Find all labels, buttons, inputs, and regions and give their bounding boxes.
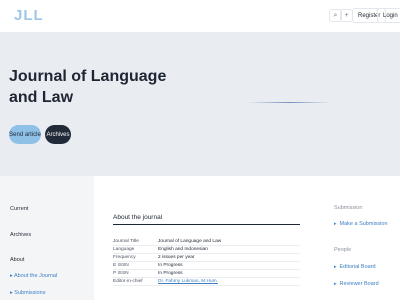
sidebar-subitem-label: About the Journal xyxy=(14,273,58,279)
top-bar: JLL ⌕ + Register Login xyxy=(0,0,400,32)
row-value: English and Indonesian xyxy=(158,247,208,252)
about-heading: About the journal xyxy=(113,214,163,221)
table-row: P ISSN In Progress xyxy=(113,270,300,278)
sidebar-subitem-label: Submissions xyxy=(14,290,46,296)
heading-divider xyxy=(113,224,300,225)
sidebar-nav: Current Archives About ▸ About the Journ… xyxy=(0,176,94,300)
sidebar-subitem-submissions[interactable]: ▸ Submissions xyxy=(10,290,45,296)
reviewer-board-label: Reviewer Board xyxy=(339,281,379,287)
reviewer-board-link[interactable]: ▸ Reviewer Board xyxy=(334,281,379,287)
chevron-right-icon: ▸ xyxy=(10,273,13,279)
table-row: Journal Title Journal of Language and La… xyxy=(113,238,300,246)
row-label: Frequency xyxy=(113,255,136,260)
chevron-right-icon: ▸ xyxy=(334,264,337,270)
row-label: Editor-in-chief xyxy=(113,279,143,284)
editor-in-chief-link[interactable]: Dr. Fahmy Lukman, M.Hum. xyxy=(158,279,218,284)
table-row: Language English and Indonesian xyxy=(113,246,300,254)
make-submission-link[interactable]: ▸ Make a Submission xyxy=(334,221,388,227)
row-label: Journal Title xyxy=(113,239,139,244)
people-heading: People xyxy=(334,247,352,253)
row-label: P ISSN xyxy=(113,271,129,276)
login-button[interactable]: Login xyxy=(377,8,400,23)
journal-logo[interactable]: JLL xyxy=(14,7,44,24)
archives-button[interactable]: Archives xyxy=(45,125,71,144)
editorial-board-link[interactable]: ▸ Editorial Board xyxy=(334,264,376,270)
row-value: Journal of Language and Law xyxy=(158,239,222,244)
chevron-right-icon: ▸ xyxy=(334,281,337,287)
sidebar-item-about[interactable]: About xyxy=(10,257,24,263)
submission-heading: Submission xyxy=(334,205,363,211)
row-value: In Progress xyxy=(158,271,183,276)
row-value: In Progress xyxy=(158,263,183,268)
table-row: Editor-in-chief Dr. Fahmy Lukman, M.Hum. xyxy=(113,278,300,286)
hero-section: Journal of Language and Law Send article… xyxy=(0,32,400,176)
row-label: Language xyxy=(113,247,135,252)
decorative-line xyxy=(248,102,330,103)
row-value: 2 issues per year xyxy=(158,255,195,260)
sidebar-item-current[interactable]: Current xyxy=(10,206,28,212)
editorial-board-label: Editorial Board xyxy=(339,264,376,270)
chevron-right-icon: ▸ xyxy=(10,290,13,296)
chevron-right-icon: ▸ xyxy=(334,221,337,227)
row-label: E ISSN xyxy=(113,263,129,268)
make-submission-label: Make a Submission xyxy=(339,221,388,227)
sidebar-subitem-about-journal[interactable]: ▸ About the Journal xyxy=(10,273,57,279)
send-article-button[interactable]: Send article xyxy=(9,125,41,144)
table-row: Frequency 2 issues per year xyxy=(113,254,300,262)
table-row: E ISSN In Progress xyxy=(113,262,300,270)
page-title: Journal of Language and Law xyxy=(9,68,167,106)
sidebar-item-archives[interactable]: Archives xyxy=(10,232,31,238)
